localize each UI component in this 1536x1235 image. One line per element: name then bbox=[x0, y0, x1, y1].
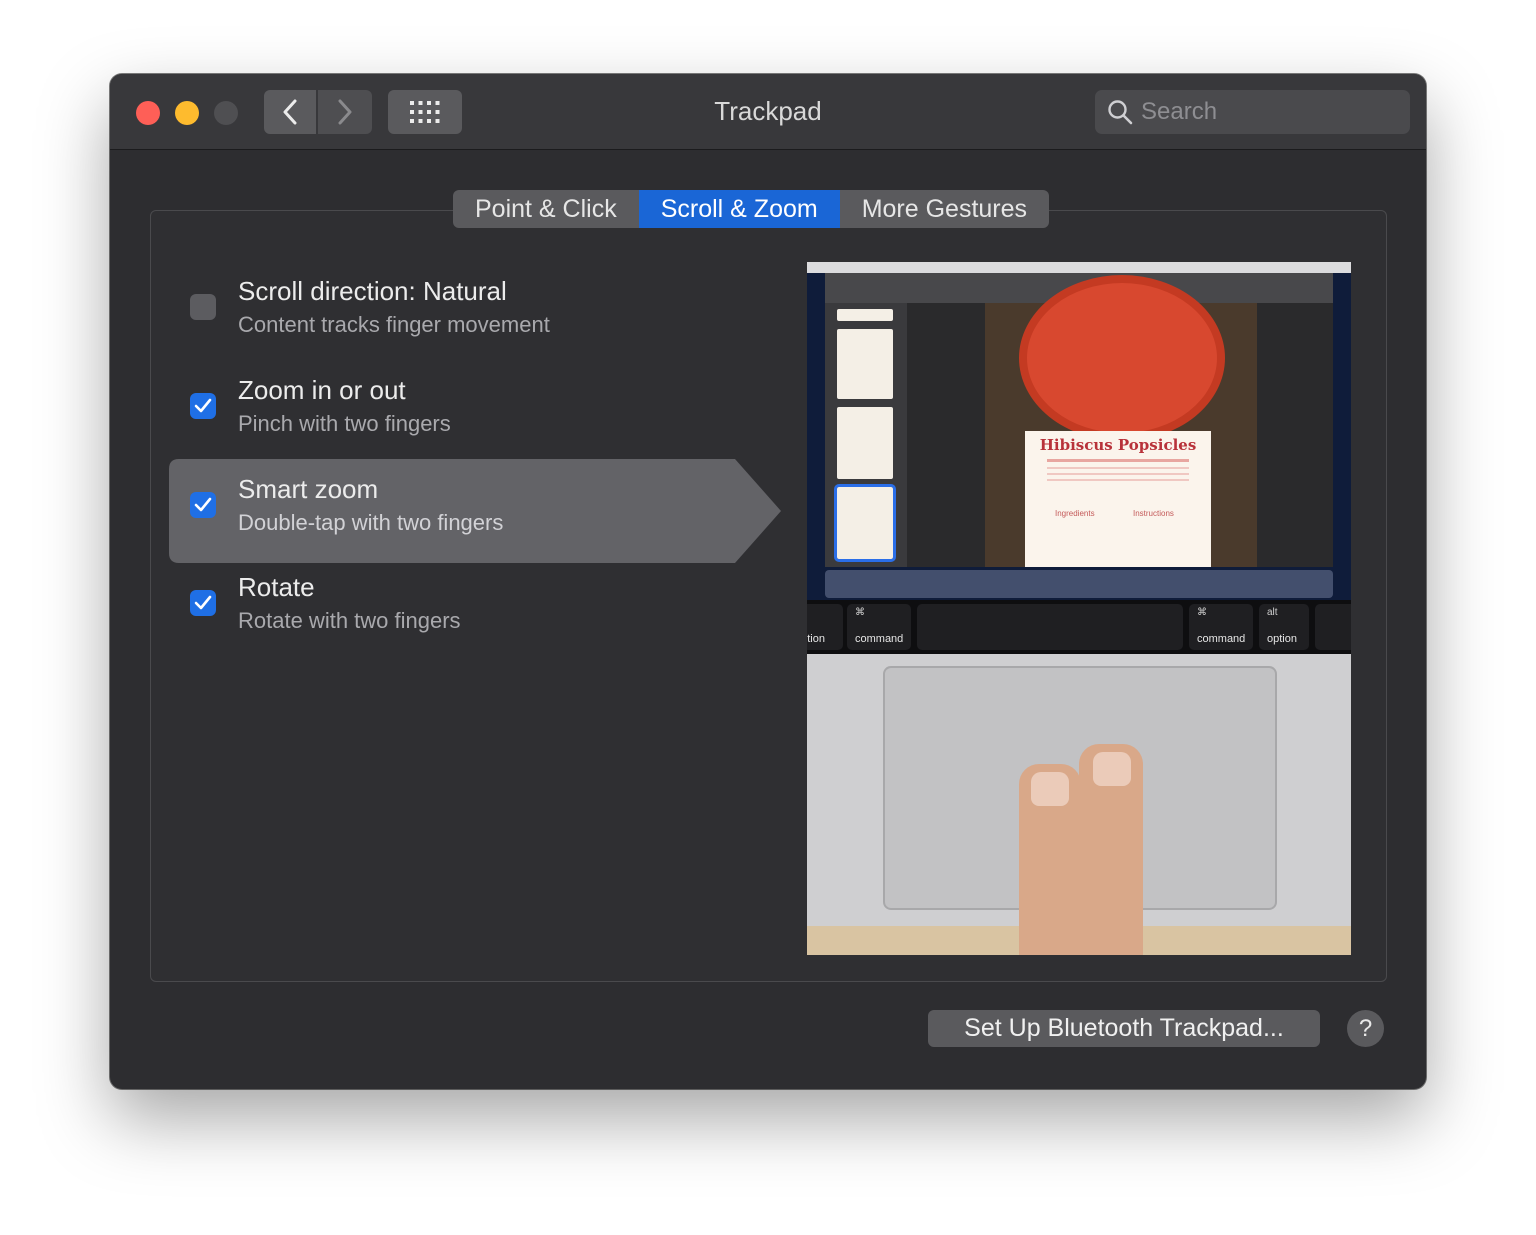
help-icon: ? bbox=[1358, 1015, 1373, 1042]
preview-keyboard: altoption ⌘command ⌘command altoption bbox=[807, 600, 1351, 654]
recipe-title: Hibiscus Popsicles bbox=[1039, 436, 1197, 454]
tab-more-gestures[interactable]: More Gestures bbox=[840, 190, 1049, 228]
preview-dock bbox=[825, 570, 1333, 598]
trackpad-preferences-window: Trackpad Search Point & Click Scroll & Z… bbox=[110, 74, 1426, 1089]
instructions-label: Instructions bbox=[1133, 509, 1174, 518]
setup-bluetooth-trackpad-button[interactable]: Set Up Bluetooth Trackpad... bbox=[928, 1010, 1320, 1047]
preview-screen: Hibiscus Popsicles Ingredients Instructi… bbox=[807, 262, 1351, 600]
recipe-card: Hibiscus Popsicles Ingredients Instructi… bbox=[1025, 431, 1211, 567]
option-subtitle: Rotate with two fingers bbox=[238, 608, 461, 633]
checkmark-icon bbox=[194, 398, 212, 413]
title-bar: Trackpad Search bbox=[110, 74, 1426, 150]
option-subtitle: Pinch with two fingers bbox=[238, 411, 451, 436]
tab-scroll-and-zoom[interactable]: Scroll & Zoom bbox=[638, 190, 840, 228]
smart-zoom-checkbox[interactable] bbox=[190, 492, 216, 518]
option-subtitle: Double-tap with two fingers bbox=[238, 510, 504, 535]
gesture-preview-video: Hibiscus Popsicles Ingredients Instructi… bbox=[807, 262, 1351, 955]
search-field[interactable]: Search bbox=[1095, 90, 1410, 134]
checkmark-icon bbox=[194, 497, 212, 512]
search-placeholder: Search bbox=[1141, 98, 1218, 125]
checkmark-icon bbox=[194, 595, 212, 610]
option-title: Zoom in or out bbox=[238, 375, 406, 405]
preview-page-sidebar bbox=[825, 303, 907, 567]
option-subtitle: Content tracks finger movement bbox=[238, 312, 550, 337]
ingredients-label: Ingredients bbox=[1055, 509, 1095, 518]
search-icon bbox=[1108, 100, 1133, 125]
option-title: Rotate bbox=[238, 572, 315, 602]
option-title: Scroll direction: Natural bbox=[238, 276, 507, 306]
preview-document: Hibiscus Popsicles Ingredients Instructi… bbox=[907, 275, 1333, 567]
tab-point-and-click[interactable]: Point & Click bbox=[453, 190, 639, 228]
scroll-direction-checkbox[interactable] bbox=[190, 294, 216, 320]
tab-bar: Point & Click Scroll & Zoom More Gesture… bbox=[453, 190, 1050, 228]
option-title: Smart zoom bbox=[238, 474, 379, 504]
help-button[interactable]: ? bbox=[1347, 1010, 1384, 1047]
preview-laptop-deck bbox=[807, 654, 1351, 955]
preview-menu-bar bbox=[807, 262, 1351, 273]
rotate-checkbox[interactable] bbox=[190, 590, 216, 616]
zoom-checkbox[interactable] bbox=[190, 393, 216, 419]
popsicle-bowl-image bbox=[1019, 275, 1225, 441]
